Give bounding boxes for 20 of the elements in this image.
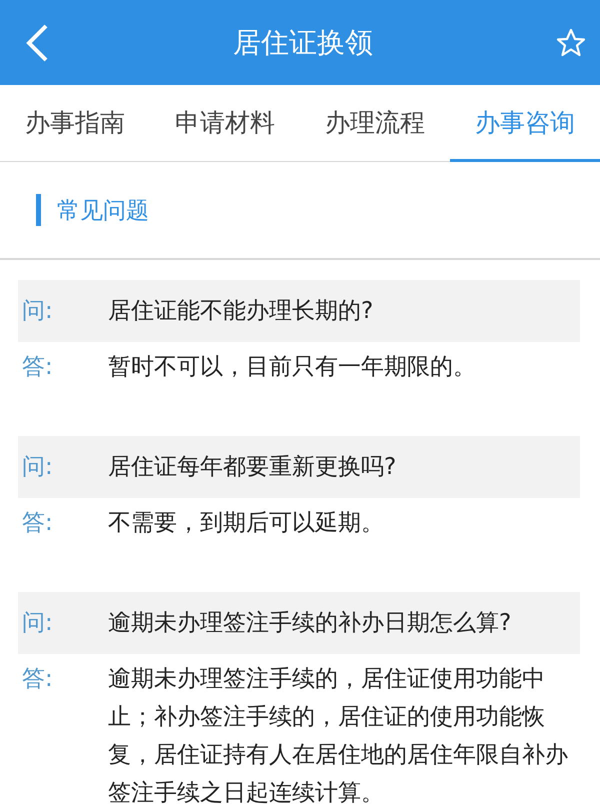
answer-text: 逾期未办理签注手续的，居住证使用功能中止；补办签注手续的，居住证的使用功能恢复，居住证持有人在居住地的居住年限自补办签注手续之日起连续计算。 bbox=[108, 665, 569, 808]
accent-bar bbox=[36, 194, 41, 226]
tab[interactable]: 申请材料 bbox=[150, 85, 300, 162]
tab[interactable]: 办事指南 bbox=[0, 85, 150, 162]
question-text: 居住证每年都要重新更换吗? bbox=[108, 453, 398, 482]
question-label: 问: bbox=[21, 453, 54, 482]
answer-label: 答: bbox=[21, 353, 54, 382]
page-title: 居住证换领 bbox=[233, 24, 373, 60]
answer-label: 答: bbox=[21, 665, 54, 694]
star-icon[interactable] bbox=[556, 28, 586, 58]
question-label: 问: bbox=[21, 297, 54, 326]
answer-label: 答: bbox=[21, 509, 54, 538]
back-icon[interactable] bbox=[24, 22, 50, 62]
question-text: 居住证能不能办理长期的? bbox=[108, 297, 374, 326]
tab[interactable]: 办理流程 bbox=[300, 85, 450, 162]
answer-text: 暂时不可以，目前只有一年期限的。 bbox=[108, 353, 477, 382]
question-text: 逾期未办理签注手续的补办日期怎么算? bbox=[108, 609, 512, 638]
question-label: 问: bbox=[21, 609, 54, 638]
section-title: 常见问题 bbox=[57, 196, 149, 226]
answer-text: 不需要，到期后可以延期。 bbox=[108, 509, 385, 538]
